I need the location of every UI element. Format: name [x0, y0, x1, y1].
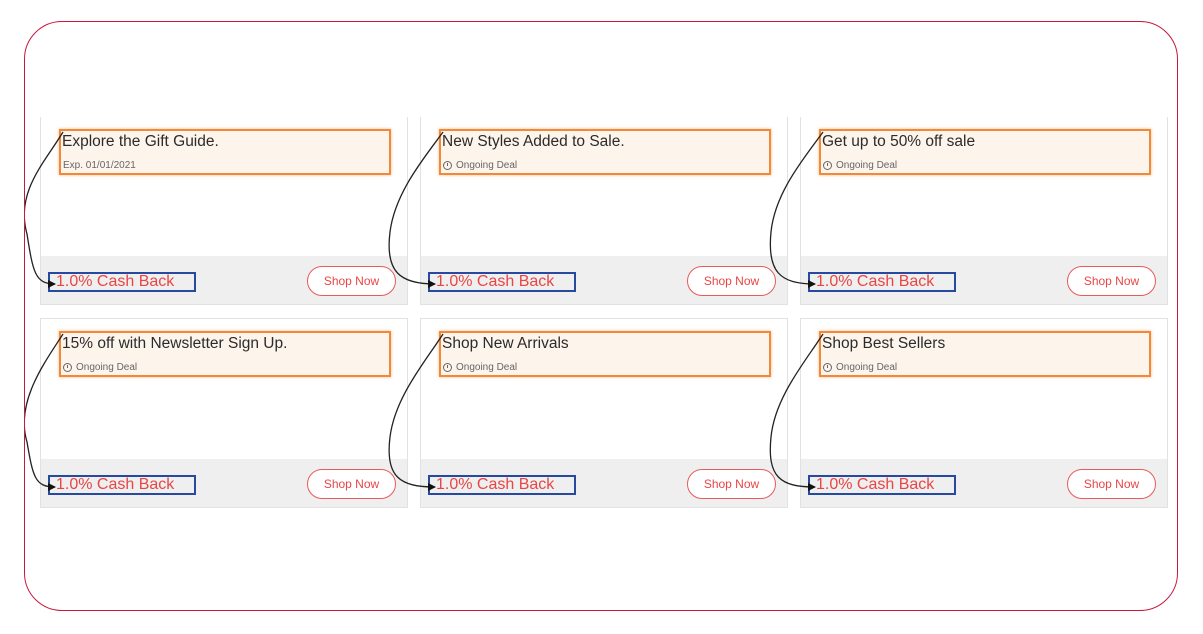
shop-now-button[interactable]: Shop Now: [1067, 469, 1156, 499]
deal-status: Ongoing Deal: [443, 160, 517, 171]
deal-card: 15% off with Newsletter Sign Up. Ongoing…: [40, 318, 408, 508]
deal-highlight: 15% off with Newsletter Sign Up. Ongoing…: [59, 331, 391, 377]
deal-highlight: Explore the Gift Guide. Exp. 01/01/2021: [59, 129, 391, 175]
cashback-label: 1.0% Cash Back: [48, 272, 196, 292]
deal-title[interactable]: Explore the Gift Guide.: [62, 133, 219, 151]
deal-highlight: Shop Best Sellers Ongoing Deal: [819, 331, 1151, 377]
cashback-label: 1.0% Cash Back: [428, 475, 576, 495]
annotation-arrows: [25, 131, 824, 491]
clock-icon: [63, 363, 72, 372]
deal-meta-text: Ongoing Deal: [456, 160, 518, 171]
cashback-label: 1.0% Cash Back: [808, 475, 956, 495]
cashback-label: 1.0% Cash Back: [808, 272, 956, 292]
deal-highlight: Get up to 50% off sale Ongoing Deal: [819, 129, 1151, 175]
card-footer: 1.0% Cash Back Shop Now: [421, 459, 787, 507]
deal-status: Ongoing Deal: [443, 362, 517, 373]
cashback-label: 1.0% Cash Back: [428, 272, 576, 292]
deal-meta-text: Ongoing Deal: [836, 362, 898, 373]
clock-icon: [443, 161, 452, 170]
deal-meta-text: Exp. 01/01/2021: [63, 160, 136, 171]
deal-status: Ongoing Deal: [63, 362, 137, 373]
deal-card: Shop Best Sellers Ongoing Deal 1.0% Cash…: [800, 318, 1168, 508]
clock-icon: [823, 161, 832, 170]
deal-status: Ongoing Deal: [823, 362, 897, 373]
card-footer: 1.0% Cash Back Shop Now: [801, 459, 1167, 507]
deal-card: New Styles Added to Sale. Ongoing Deal 1…: [420, 117, 788, 305]
clock-icon: [823, 363, 832, 372]
card-footer: 1.0% Cash Back Shop Now: [801, 256, 1167, 304]
deal-card: Shop New Arrivals Ongoing Deal 1.0% Cash…: [420, 318, 788, 508]
deal-title[interactable]: Shop New Arrivals: [442, 335, 569, 353]
card-footer: 1.0% Cash Back Shop Now: [41, 459, 407, 507]
deal-meta-text: Ongoing Deal: [456, 362, 518, 373]
deal-card: Explore the Gift Guide. Exp. 01/01/2021 …: [40, 117, 408, 305]
card-footer: 1.0% Cash Back Shop Now: [421, 256, 787, 304]
deal-highlight: New Styles Added to Sale. Ongoing Deal: [439, 129, 771, 175]
clock-icon: [443, 363, 452, 372]
card-footer: 1.0% Cash Back Shop Now: [41, 256, 407, 304]
cashback-label: 1.0% Cash Back: [48, 475, 196, 495]
deal-title[interactable]: Shop Best Sellers: [822, 335, 945, 353]
shop-now-button[interactable]: Shop Now: [687, 266, 776, 296]
deal-title[interactable]: 15% off with Newsletter Sign Up.: [62, 335, 287, 353]
deal-highlight: Shop New Arrivals Ongoing Deal: [439, 331, 771, 377]
deal-meta-text: Ongoing Deal: [836, 160, 898, 171]
shop-now-button[interactable]: Shop Now: [1067, 266, 1156, 296]
shop-now-button[interactable]: Shop Now: [687, 469, 776, 499]
deal-meta-text: Ongoing Deal: [76, 362, 138, 373]
deal-title[interactable]: Get up to 50% off sale: [822, 133, 975, 151]
screenshot-frame: Explore the Gift Guide. Exp. 01/01/2021 …: [24, 21, 1178, 611]
shop-now-button[interactable]: Shop Now: [307, 266, 396, 296]
deal-status: Ongoing Deal: [823, 160, 897, 171]
deal-title[interactable]: New Styles Added to Sale.: [442, 133, 625, 151]
deal-card: Get up to 50% off sale Ongoing Deal 1.0%…: [800, 117, 1168, 305]
shop-now-button[interactable]: Shop Now: [307, 469, 396, 499]
deal-expiry: Exp. 01/01/2021: [63, 160, 136, 171]
